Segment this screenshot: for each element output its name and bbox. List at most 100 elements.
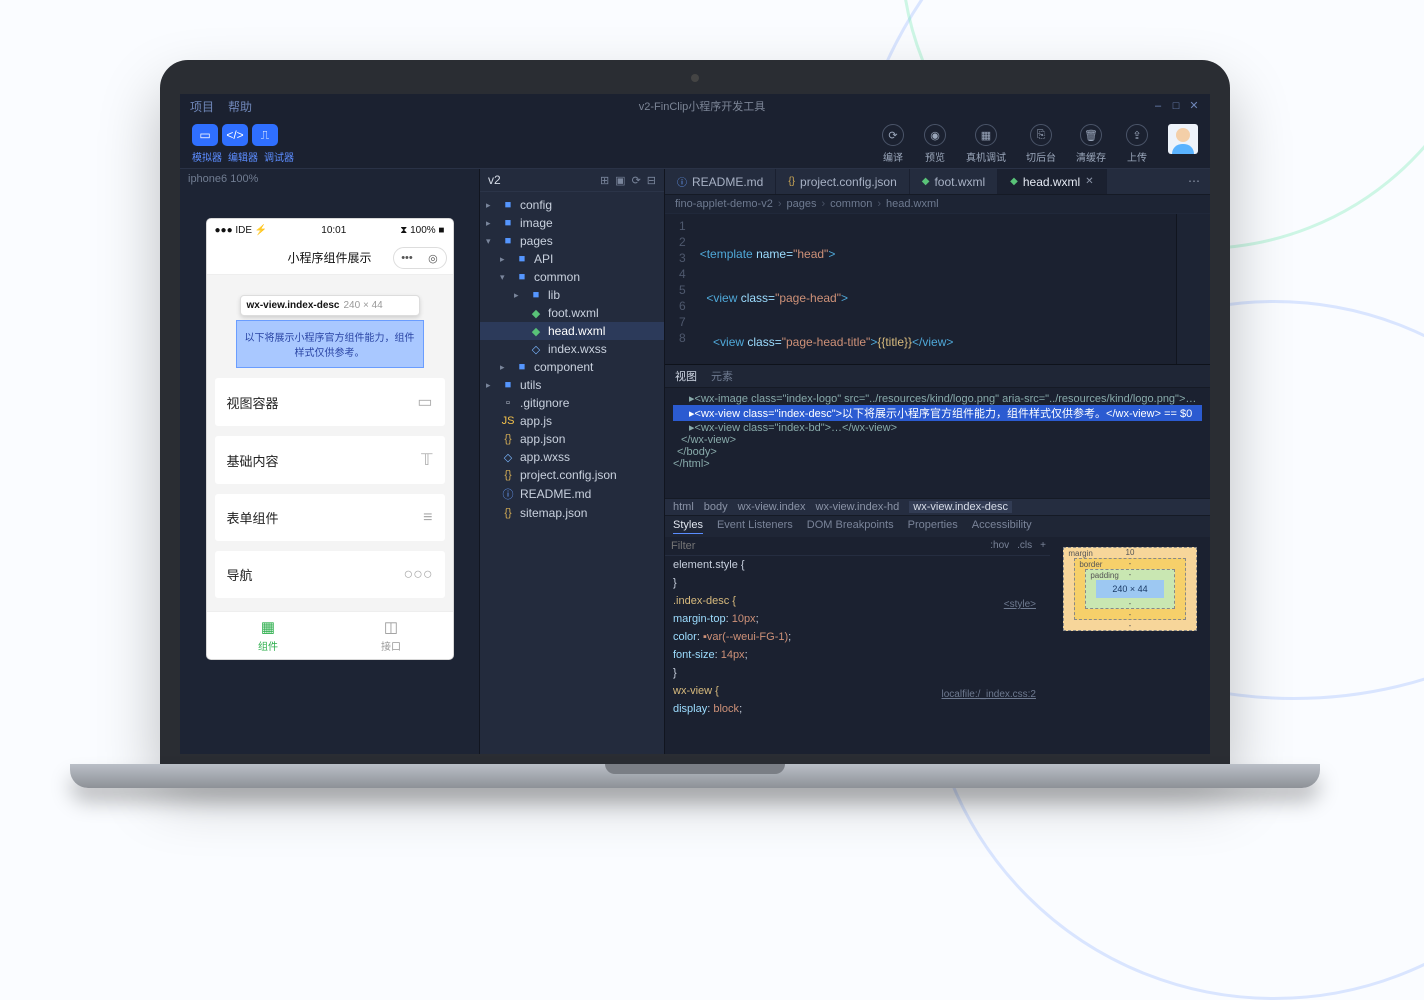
file-readme[interactable]: ⓘREADME.md [480, 484, 664, 504]
toggle-simulator[interactable]: ▭ [192, 124, 218, 146]
capsule-close-icon[interactable]: ◎ [428, 252, 438, 265]
phone-navbar: 小程序组件展示 ••• ◎ [207, 241, 453, 275]
code-editor[interactable]: 12345678 <template name="head"> <view cl… [665, 214, 1210, 364]
wxml-icon: ◆ [529, 325, 543, 338]
folder-component[interactable]: ▸■component [480, 358, 664, 376]
styletab-events[interactable]: Event Listeners [717, 519, 793, 534]
json-icon: {} [501, 469, 515, 481]
file-sitemap[interactable]: {}sitemap.json [480, 504, 664, 522]
explorer-root[interactable]: v2 [488, 173, 501, 187]
json-icon: {} [501, 433, 515, 445]
status-time: 10:01 [321, 225, 346, 236]
file-appjson[interactable]: {}app.json [480, 430, 664, 448]
json-icon: {} [501, 507, 515, 519]
file-appjs[interactable]: JSapp.js [480, 412, 664, 430]
window-close-icon[interactable]: ✕ [1188, 100, 1200, 112]
folder-api[interactable]: ▸■API [480, 250, 664, 268]
btn-upload[interactable]: ⇪上传 [1126, 124, 1148, 164]
line-gutter: 12345678 [665, 214, 694, 364]
window-max-icon[interactable]: □ [1170, 100, 1182, 112]
phone-statusbar: ●●● IDE ⚡ 10:01 ⧗ 100% ■ [207, 219, 453, 241]
refresh-icon[interactable]: ⟳ [632, 174, 641, 187]
btn-remote[interactable]: ▦真机调试 [966, 124, 1006, 164]
file-gitignore[interactable]: ▫.gitignore [480, 394, 664, 412]
styletab-props[interactable]: Properties [908, 519, 958, 534]
window-min-icon[interactable]: – [1152, 100, 1164, 112]
new-file-icon[interactable]: ⊞ [600, 174, 609, 187]
close-tab-icon[interactable]: ✕ [1085, 176, 1093, 187]
card-basic-content[interactable]: 基础内容𝕋 [215, 436, 445, 484]
toggle-editor[interactable]: </> [222, 124, 248, 146]
wxml-icon: ◆ [1010, 176, 1018, 187]
simulator-device-label[interactable]: iphone6 100% [180, 169, 479, 189]
btn-background[interactable]: ⎘切后台 [1026, 124, 1056, 164]
highlighted-element[interactable]: 以下将展示小程序官方组件能力，组件样式仅供参考。 [236, 320, 424, 368]
cls-toggle[interactable]: .cls [1013, 537, 1036, 555]
btn-preview[interactable]: ◉预览 [924, 124, 946, 164]
tab-api[interactable]: ◫接口 [330, 612, 453, 659]
tab-foot[interactable]: ◆foot.wxml [910, 169, 998, 194]
minimap[interactable] [1176, 214, 1210, 364]
card-icon: ○○○ [404, 566, 433, 584]
hov-toggle[interactable]: :hov [986, 537, 1013, 555]
folder-icon: ■ [501, 199, 515, 211]
styles-pane[interactable]: :hov .cls + element.style { } .index-des… [665, 537, 1050, 754]
folder-common[interactable]: ▾■common [480, 268, 664, 286]
new-folder-icon[interactable]: ▣ [615, 174, 625, 187]
file-projconfig[interactable]: {}project.config.json [480, 466, 664, 484]
card-icon: ▭ [417, 392, 432, 412]
btn-clear-cache[interactable]: 🗑清缓存 [1076, 124, 1106, 164]
add-rule-icon[interactable]: + [1036, 537, 1050, 555]
wxml-icon: ◆ [529, 307, 543, 320]
dom-breadcrumbs[interactable]: html body wx-view.index wx-view.index-hd… [665, 498, 1210, 516]
styles-filter-input[interactable] [665, 537, 986, 555]
window-title: v2-FinClip小程序开发工具 [639, 98, 766, 114]
status-signal: ●●● IDE ⚡ [215, 225, 268, 236]
file-appwxss[interactable]: ◇app.wxss [480, 448, 664, 466]
lbl-debugger: 调试器 [264, 149, 294, 164]
card-form[interactable]: 表单组件≡ [215, 494, 445, 541]
menu-project[interactable]: 项目 [190, 98, 214, 115]
menubar: 项目 帮助 v2-FinClip小程序开发工具 – □ ✕ [180, 94, 1210, 118]
tab-readme[interactable]: ⓘREADME.md [665, 169, 776, 194]
app-screen: 项目 帮助 v2-FinClip小程序开发工具 – □ ✕ ▭ </> ⎍ [180, 94, 1210, 754]
avatar[interactable] [1168, 124, 1198, 154]
capsule[interactable]: ••• ◎ [393, 247, 447, 269]
styletab-dom-bp[interactable]: DOM Breakpoints [807, 519, 894, 534]
folder-lib[interactable]: ▸■lib [480, 286, 664, 304]
md-icon: ⓘ [501, 486, 515, 502]
tabs-more-icon[interactable]: ⋯ [1178, 169, 1210, 194]
folder-icon: ■ [501, 235, 515, 247]
insp-tab-elements[interactable]: 元素 [711, 368, 733, 384]
styletab-styles[interactable]: Styles [673, 519, 703, 534]
capsule-more-icon[interactable]: ••• [401, 252, 413, 264]
card-view-container[interactable]: 视图容器▭ [215, 378, 445, 426]
btn-compile[interactable]: ⟳编译 [882, 124, 904, 164]
styletab-a11y[interactable]: Accessibility [972, 519, 1032, 534]
folder-config[interactable]: ▸■config [480, 196, 664, 214]
card-navigation[interactable]: 导航○○○ [215, 551, 445, 598]
file-explorer: v2 ⊞ ▣ ⟳ ⊟ ▸■config ▸■image ▾■pages ▸■AP… [480, 169, 665, 754]
box-content: 240 × 44 [1096, 580, 1163, 598]
box-model: margin 10 border - padding - 240 × 4 [1050, 537, 1210, 754]
breadcrumbs[interactable]: fino-applet-demo-v2›pages›common›head.wx… [665, 195, 1210, 214]
file-indexwxss[interactable]: ◇index.wxss [480, 340, 664, 358]
inspect-tooltip: wx-view.index-desc240 × 44 [240, 295, 420, 316]
dom-tree[interactable]: ▸<wx-image class="index-logo" src="../re… [665, 388, 1210, 498]
simulator-pane: iphone6 100% ●●● IDE ⚡ 10:01 ⧗ 100% ■ 小程… [180, 169, 480, 754]
menu-help[interactable]: 帮助 [228, 98, 252, 115]
insp-tab-view[interactable]: 视图 [675, 368, 697, 384]
file-foot[interactable]: ◆foot.wxml [480, 304, 664, 322]
tab-projconfig[interactable]: {}project.config.json [776, 169, 909, 194]
toggle-debugger[interactable]: ⎍ [252, 124, 278, 146]
laptop-mockup: 项目 帮助 v2-FinClip小程序开发工具 – □ ✕ ▭ </> ⎍ [160, 60, 1230, 788]
collapse-icon[interactable]: ⊟ [647, 174, 656, 187]
folder-image[interactable]: ▸■image [480, 214, 664, 232]
dom-selected[interactable]: ▸<wx-view class="index-desc">以下将展示小程序官方组… [673, 405, 1202, 421]
tab-component[interactable]: ▦组件 [207, 612, 330, 659]
file-head[interactable]: ◆head.wxml [480, 322, 664, 340]
json-icon: {} [788, 176, 795, 187]
folder-pages[interactable]: ▾■pages [480, 232, 664, 250]
folder-utils[interactable]: ▸■utils [480, 376, 664, 394]
tab-head[interactable]: ◆head.wxml✕ [998, 169, 1106, 194]
